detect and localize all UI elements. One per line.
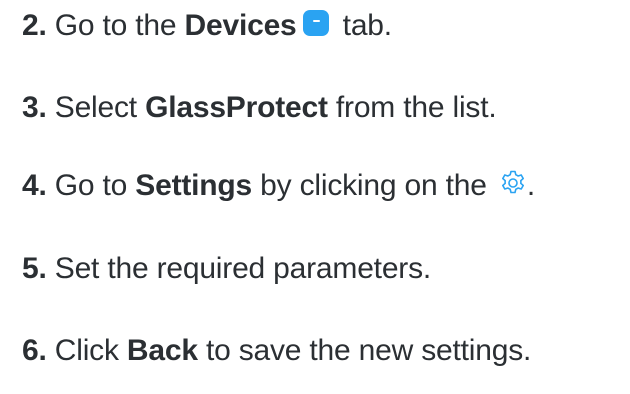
step-number: 4. — [22, 169, 47, 202]
step-text: Click — [46, 334, 127, 367]
step-4: 4. Go to Settings by clicking on the . — [22, 166, 535, 206]
devices-tab-icon — [302, 10, 329, 36]
step-2: 2. Go to the Devices tab. — [22, 6, 392, 46]
step-text: Set the required parameters. — [46, 252, 432, 285]
step-number: 2. — [22, 9, 47, 42]
instructions-page: 2. Go to the Devices tab. 3. Select Glas… — [0, 0, 630, 394]
step-text-end: . — [526, 169, 535, 202]
settings-label: Settings — [135, 169, 253, 202]
step-text-end: tab. — [334, 9, 392, 42]
back-label: Back — [126, 334, 198, 367]
devices-label: Devices — [184, 9, 297, 42]
step-number: 6. — [22, 334, 47, 367]
step-text-mid: by clicking on the — [252, 169, 495, 202]
step-3: 3. Select GlassProtect from the list. — [22, 88, 497, 128]
glassprotect-label: GlassProtect — [145, 91, 328, 124]
step-5: 5. Set the required parameters. — [22, 249, 431, 289]
step-text-end: to save the new settings. — [197, 334, 532, 367]
step-text: Select — [46, 91, 146, 124]
step-number: 5. — [22, 252, 47, 285]
step-text: Go to the — [46, 9, 185, 42]
step-text: Go to — [46, 169, 136, 202]
step-number: 3. — [22, 91, 47, 124]
step-text-end: from the list. — [327, 91, 497, 124]
step-6: 6. Click Back to save the new settings. — [22, 331, 531, 371]
gear-icon — [499, 168, 527, 196]
